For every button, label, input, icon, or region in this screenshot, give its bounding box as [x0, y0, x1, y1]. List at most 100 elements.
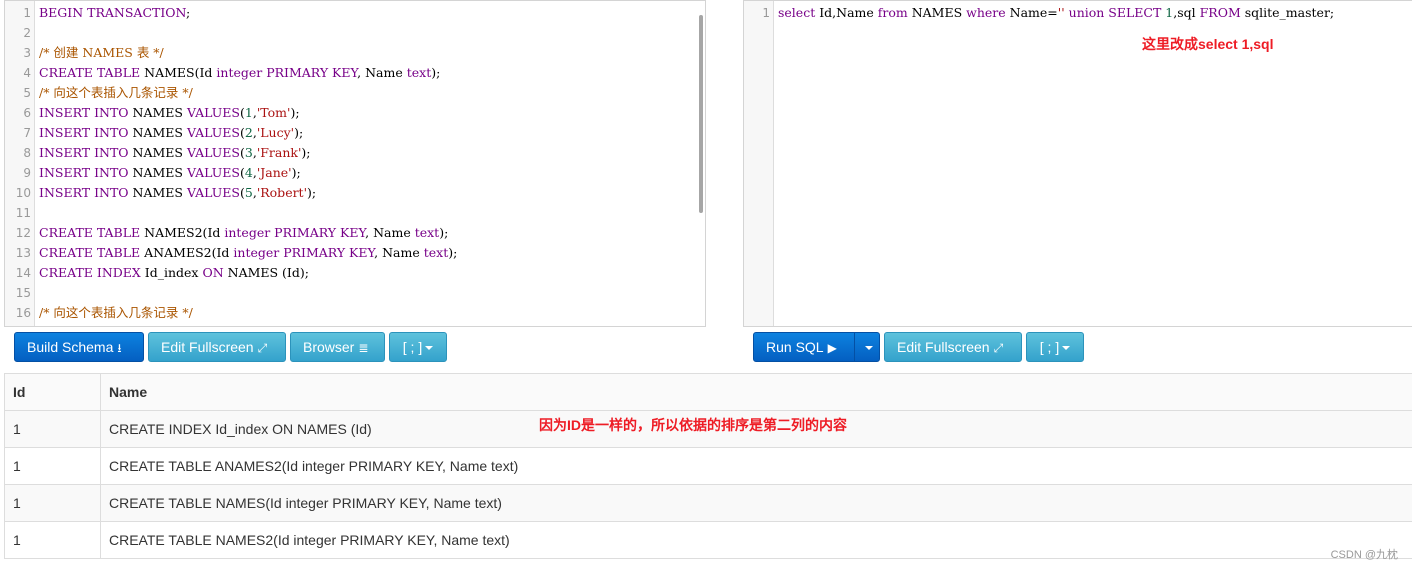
code-token: ); [439, 225, 449, 240]
edit-fullscreen-label: Edit Fullscreen [897, 339, 990, 355]
line-number: 16 [15, 306, 31, 320]
code-token: where [966, 5, 1010, 20]
browser-button[interactable]: Browser ≣ [290, 332, 385, 362]
build-schema-button[interactable]: Build Schema ⭳ [14, 332, 144, 362]
query-editor[interactable]: 1 select Id,Name from NAMES where Name=''… [743, 0, 1412, 327]
code-token: NAMES [132, 125, 187, 140]
table-row: 1 CREATE TABLE NAMES2(Id integer PRIMARY… [4, 521, 1412, 559]
code-token: NAMES (Id); [227, 265, 309, 280]
line-number: 11 [15, 206, 31, 220]
line-number: 1 [762, 6, 770, 20]
code-line: 13 CREATE TABLE ANAMES2(Id integer PRIMAR… [5, 243, 705, 263]
code-text: INSERT INTO NAMES VALUES(2,'Lucy'); [39, 123, 303, 143]
delimiter-label: [ ; ] [1039, 339, 1060, 355]
download-icon: ⭳ [117, 341, 122, 355]
line-number: 6 [23, 106, 31, 120]
code-token: Id,Name [819, 5, 878, 20]
delimiter-dropdown[interactable]: [ ; ] [389, 332, 447, 362]
code-token: from [877, 5, 912, 20]
delimiter-dropdown[interactable]: [ ; ] [1026, 332, 1084, 362]
code-token: select [778, 5, 820, 20]
line-number: 10 [15, 186, 31, 200]
code-token: INSERT INTO [39, 185, 133, 200]
code-token: 4 [244, 165, 253, 180]
edit-fullscreen-button[interactable]: Edit Fullscreen ⤢ [884, 332, 1022, 362]
code-line: 2 [5, 23, 705, 43]
annotation-query-note: 这里改成select 1,sql [1142, 36, 1274, 52]
code-token: 2 [244, 125, 253, 140]
expand-icon: ⤢ [993, 341, 1004, 355]
code-text: INSERT INTO NAMES VALUES(3,'Frank'); [39, 143, 311, 163]
code-line: 5 /* 向这个表插入几条记录 */ [5, 83, 705, 103]
code-token: 5 [244, 185, 253, 200]
build-schema-label: Build Schema [27, 339, 114, 355]
code-line: 12 CREATE TABLE NAMES2(Id integer PRIMARY… [5, 223, 705, 243]
code-token: ); [294, 125, 304, 140]
code-line: 10 INSERT INTO NAMES VALUES(5,'Robert'); [5, 183, 705, 203]
schema-editor[interactable]: 1 BEGIN TRANSACTION; 2 3 /* 创建 NAMES 表 */ 4 CR… [4, 0, 706, 327]
code-token: /* 向这个表插入几条记录 */ [39, 305, 193, 320]
cell-id: 1 [4, 521, 101, 559]
code-line: 1 BEGIN TRANSACTION; [5, 3, 705, 23]
run-sql-options-button[interactable] [854, 332, 880, 362]
code-text: INSERT INTO NAMES VALUES(5,'Robert'); [39, 183, 316, 203]
code-token: ON [202, 265, 228, 280]
code-token: ); [307, 185, 317, 200]
code-token: NAMES [132, 145, 187, 160]
watermark: CSDN @九枕 [1330, 549, 1398, 561]
code-token: , Name [365, 225, 415, 240]
code-token: VALUES [186, 165, 240, 180]
line-number: 5 [23, 86, 31, 100]
browser-label: Browser [303, 339, 355, 355]
code-token: integer PRIMARY KEY [216, 65, 358, 80]
code-token: CREATE TABLE [39, 65, 145, 80]
code-token: CREATE TABLE [39, 225, 145, 240]
code-line: 8 INSERT INTO NAMES VALUES(3,'Frank'); [5, 143, 705, 163]
query-code-lines: 1 select Id,Name from NAMES where Name=''… [744, 3, 1412, 23]
schema-code-lines: 1 BEGIN TRANSACTION; 2 3 /* 创建 NAMES 表 */ 4 CR… [5, 3, 705, 323]
code-token: NAMES [132, 165, 187, 180]
code-token: CREATE TABLE [39, 245, 145, 260]
code-text: /* 向这个表插入几条记录 */ [39, 83, 193, 103]
code-token: 'Tom' [256, 105, 291, 120]
line-number: 8 [23, 146, 31, 160]
code-token: integer PRIMARY KEY [224, 225, 366, 240]
code-token: , Name [374, 245, 424, 260]
code-token: ); [301, 145, 311, 160]
play-icon: ▶ [827, 341, 837, 355]
code-token: text [414, 225, 440, 240]
code-token: 'Frank' [256, 145, 302, 160]
code-token: VALUES [186, 105, 240, 120]
run-sql-button[interactable]: Run SQL ▶ [753, 332, 855, 362]
edit-fullscreen-button[interactable]: Edit Fullscreen ⤢ [148, 332, 286, 362]
schema-editor-scrollbar[interactable] [699, 15, 703, 213]
code-token: NAMES2(Id [144, 225, 225, 240]
line-number: 15 [15, 286, 31, 300]
code-token: CREATE INDEX [39, 265, 145, 280]
code-text: CREATE INDEX Id_index ON NAMES (Id); [39, 263, 309, 283]
code-line: 11 [5, 203, 705, 223]
caret-down-icon [1062, 346, 1071, 351]
code-token: /* 创建 NAMES 表 */ [39, 45, 164, 60]
code-token: NAMES [132, 105, 187, 120]
code-token: NAMES [132, 185, 187, 200]
code-line: 3 /* 创建 NAMES 表 */ [5, 43, 705, 63]
code-token: union SELECT [1068, 5, 1166, 20]
code-token: ,sql [1173, 5, 1200, 20]
annotation-result-note: 因为ID是一样的，所以依据的排序是第二列的内容 [539, 417, 847, 433]
code-token: INSERT INTO [39, 165, 133, 180]
code-line: 1 select Id,Name from NAMES where Name=''… [744, 3, 1412, 23]
cell-id: 1 [4, 410, 101, 448]
code-token: NAMES(Id [144, 65, 217, 80]
code-line: 6 INSERT INTO NAMES VALUES(1,'Tom'); [5, 103, 705, 123]
cell-name: CREATE TABLE NAMES2(Id integer PRIMARY K… [100, 521, 1412, 559]
column-header-name: Name [100, 373, 1412, 411]
line-number: 1 [23, 6, 31, 20]
tree-icon: ≣ [358, 341, 369, 355]
line-number: 4 [23, 66, 31, 80]
code-token: ANAMES2(Id [144, 245, 234, 260]
code-line: 14 CREATE INDEX Id_index ON NAMES (Id); [5, 263, 705, 283]
code-token: /* 向这个表插入几条记录 */ [39, 85, 193, 100]
code-token: BEGIN TRANSACTION [39, 5, 187, 20]
code-token: VALUES [186, 125, 240, 140]
